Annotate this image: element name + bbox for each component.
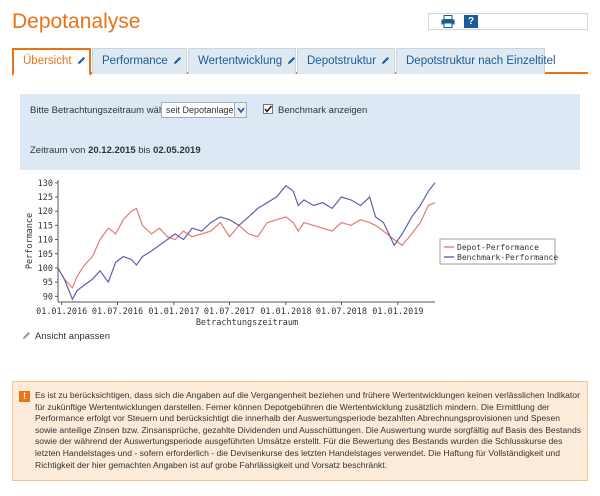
toolbar: ?	[428, 13, 588, 30]
x-tick-label: 01.07.2016	[92, 307, 143, 317]
y-tick-label: 90	[43, 292, 53, 302]
y-axis-label: Performance	[25, 213, 35, 269]
period-select-value: seit Depotanlage	[166, 105, 234, 115]
period-select[interactable]: seit Depotanlage	[161, 102, 247, 118]
pencil-icon	[77, 57, 85, 64]
y-tick-label: 115	[38, 221, 53, 231]
period-bis: bis	[138, 145, 151, 156]
tab-bar: Übersicht Performance Wertentwicklung De…	[12, 48, 588, 76]
x-tick-label: 01.07.2017	[204, 307, 255, 317]
period-summary: Zeitraum von 20.12.2015 bis 02.05.2019	[30, 145, 201, 156]
tab-depotstruktur-einzeltitel[interactable]: Depotstruktur nach Einzeltitel	[396, 48, 556, 74]
tab-wertentwicklung[interactable]: Wertentwicklung	[188, 48, 296, 74]
period-to: 02.05.2019	[153, 145, 201, 156]
y-tick-label: 125	[38, 193, 53, 203]
legend-label: Depot-Performance	[457, 243, 539, 252]
customize-view-label: Ansicht anpassen	[35, 331, 110, 342]
y-tick-label: 95	[43, 278, 53, 288]
tab-depotstruktur[interactable]: Depotstruktur	[297, 48, 395, 74]
performance-chart: 90 95 100 105 110 115 120 125 130 01.01.2016 01.07…	[25, 179, 558, 328]
benchmark-label: Benchmark anzeigen	[278, 105, 368, 116]
series-line-1	[57, 202, 436, 289]
pencil-icon	[173, 57, 181, 64]
x-tick-label: 01.01.2018	[260, 307, 311, 317]
y-tick-label: 120	[38, 207, 53, 217]
warning-icon: !	[19, 391, 30, 402]
tab-performance[interactable]: Performance	[92, 48, 187, 74]
print-icon[interactable]	[441, 15, 455, 28]
disclaimer-box: ! Es ist zu berücksichtigen, dass sich d…	[12, 381, 588, 481]
x-tick-label: 01.01.2019	[372, 307, 423, 317]
y-tick-label: 110	[38, 236, 53, 246]
legend-label: Benchmark-Performance	[457, 253, 558, 262]
customize-view-link[interactable]: Ansicht anpassen	[22, 331, 110, 342]
period-label: Bitte Betrachtungszeitraum wählen:	[30, 105, 180, 116]
pencil-icon	[288, 57, 296, 64]
series-line-2	[57, 182, 436, 301]
pencil-icon	[382, 57, 390, 64]
help-icon[interactable]: ?	[464, 15, 478, 28]
period-from: 20.12.2015	[88, 145, 136, 156]
chevron-down-icon	[234, 103, 246, 117]
tab-label: Wertentwicklung	[198, 55, 283, 67]
y-tick-label: 105	[38, 250, 53, 260]
tab-uebersicht[interactable]: Übersicht	[12, 48, 91, 76]
page-title: Depotanalyse	[12, 10, 141, 33]
pencil-icon	[23, 332, 30, 339]
x-tick-label: 01.01.2017	[148, 307, 199, 317]
x-tick-label: 01.01.2016	[36, 307, 87, 317]
disclaimer-text: Es ist zu berücksichtigen, dass sich die…	[35, 390, 582, 470]
x-axis-label: Betrachtungszeitraum	[196, 318, 298, 328]
tab-label: Depotstruktur nach Einzeltitel	[406, 55, 556, 67]
period-prefix: Zeitraum von	[30, 145, 86, 156]
y-tick-label: 100	[38, 264, 53, 274]
benchmark-checkbox[interactable]	[263, 104, 273, 114]
filter-panel: Bitte Betrachtungszeitraum wählen: seit …	[20, 94, 580, 170]
y-tick-label: 130	[38, 179, 53, 189]
tab-label: Performance	[102, 55, 168, 67]
x-tick-label: 01.07.2018	[316, 307, 367, 317]
tab-label: Depotstruktur	[307, 55, 377, 67]
tab-label: Übersicht	[23, 55, 72, 67]
